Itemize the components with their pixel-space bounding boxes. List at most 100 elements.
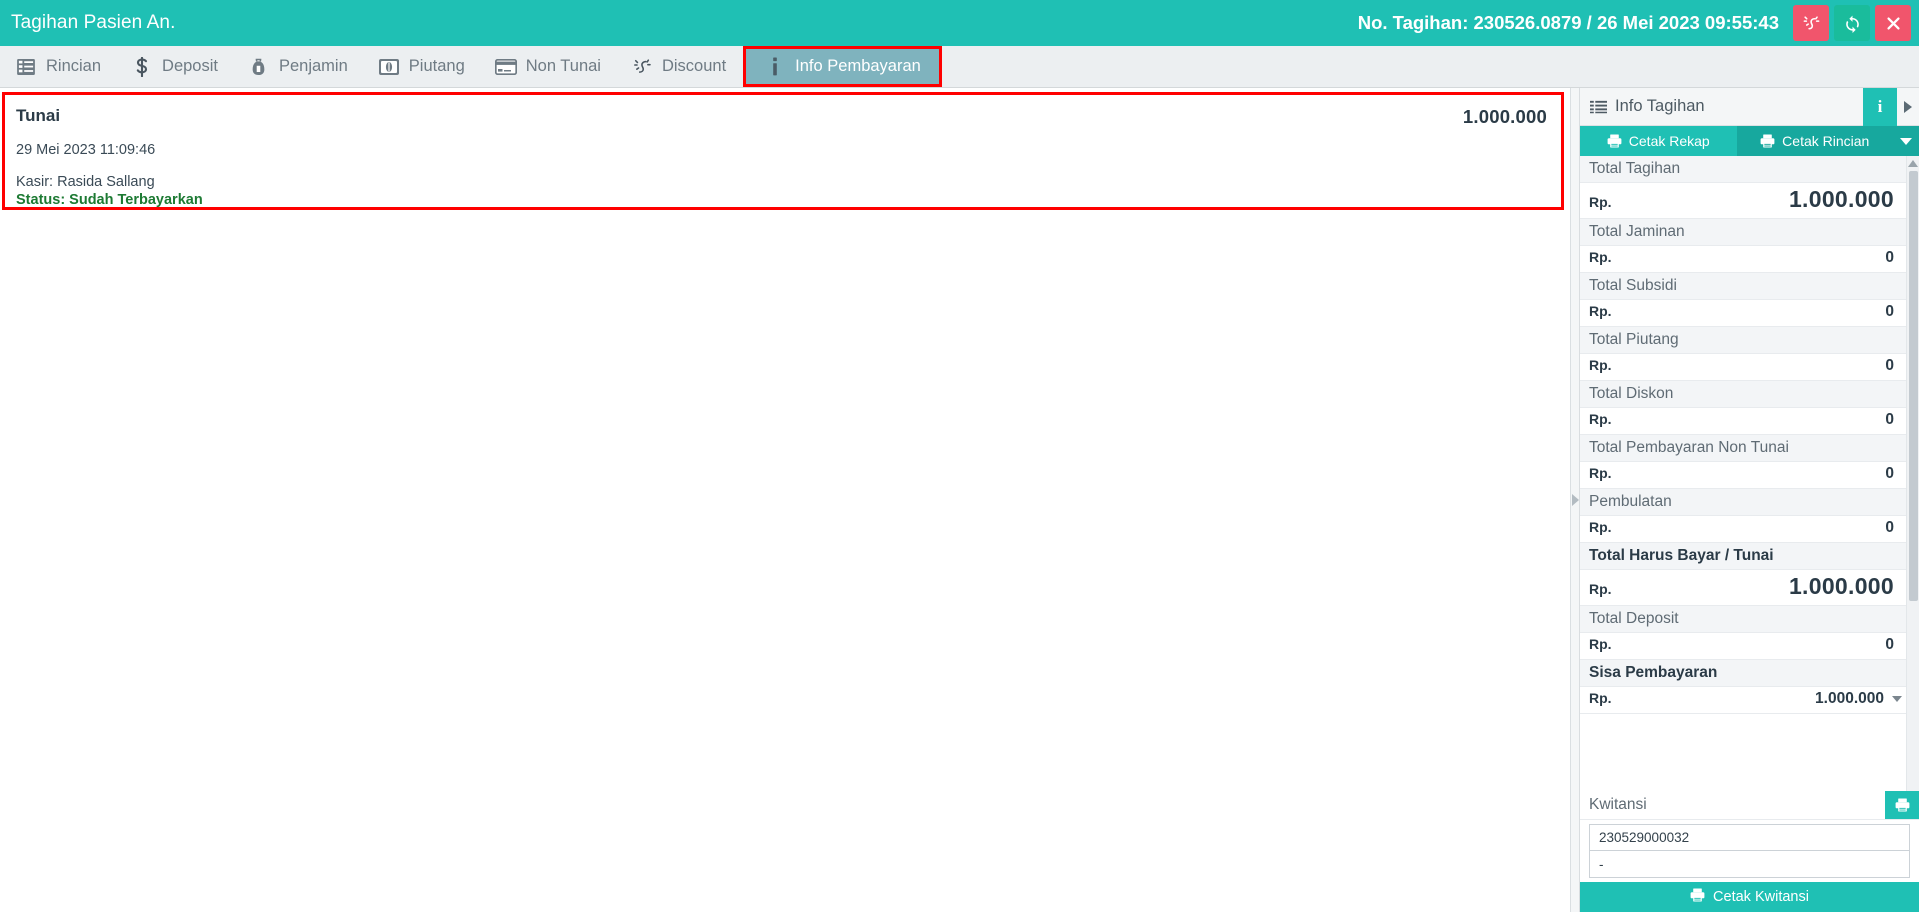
total-row-label: Total Tagihan	[1580, 156, 1906, 183]
list-icon	[1580, 100, 1615, 114]
currency-prefix: Rp.	[1589, 581, 1612, 597]
amount-value: 0	[1885, 465, 1894, 482]
kwitansi-fields: 230529000032 -	[1580, 820, 1919, 878]
sidebar-title: Info Tagihan	[1615, 97, 1705, 115]
sidebar-expand-button[interactable]	[1897, 88, 1919, 126]
pane-splitter-handle[interactable]	[1570, 88, 1579, 912]
tab-label: Deposit	[162, 57, 218, 75]
amount-value: 0	[1885, 411, 1894, 428]
close-icon[interactable]	[1875, 5, 1911, 41]
print-options-dropdown-button[interactable]	[1893, 126, 1919, 156]
payment-card-top-row: Tunai 1.000.000	[16, 106, 1547, 128]
amount-value: 0	[1885, 519, 1894, 536]
currency-prefix: Rp.	[1589, 249, 1612, 265]
total-row-label: Total Piutang	[1580, 327, 1906, 354]
refresh-icon[interactable]	[1834, 5, 1870, 41]
currency-prefix: Rp.	[1589, 357, 1612, 373]
currency-prefix: Rp.	[1589, 465, 1612, 481]
coin-icon	[378, 58, 400, 75]
payment-cashier: Kasir: Rasida Sallang	[16, 174, 155, 190]
tab-label: Non Tunai	[525, 57, 601, 75]
cetak-rincian-button[interactable]: Cetak Rincian	[1736, 126, 1893, 156]
page-title: Tagihan Pasien An.	[11, 12, 176, 33]
payment-method-label: Tunai	[16, 106, 61, 125]
bag-icon	[248, 58, 270, 76]
currency-prefix: Rp.	[1589, 411, 1612, 427]
printer-icon	[1760, 134, 1775, 148]
info-icon	[764, 57, 786, 76]
amount-value: 0	[1885, 249, 1894, 266]
tab-label: Discount	[661, 57, 727, 75]
tab-label: Rincian	[46, 57, 102, 75]
total-row-value: Rp. 1.000.000	[1580, 687, 1906, 714]
cetak-kwitansi-label: Cetak Kwitansi	[1713, 889, 1809, 905]
total-row-value: Rp. 1.000.000	[1580, 570, 1906, 606]
chevron-down-icon[interactable]	[1892, 696, 1902, 702]
body-split: Tunai 1.000.000 29 Mei 2023 11:09:46 Kas…	[0, 87, 1919, 912]
total-row-value: Rp. 0	[1580, 516, 1906, 543]
total-row-value: Rp. 0	[1580, 462, 1906, 489]
total-row-label: Total Jaminan	[1580, 219, 1906, 246]
currency-prefix: Rp.	[1589, 519, 1612, 535]
info-tagihan-sidebar: Info Tagihan i Cetak Rekap Cetak Rincian…	[1579, 87, 1919, 912]
discount-icon	[631, 57, 653, 77]
total-row-value: Rp. 0	[1580, 354, 1906, 381]
chevron-down-icon	[1900, 137, 1912, 145]
printer-icon	[1607, 134, 1622, 148]
payment-status-label: Status: Sudah Terbayarkan	[16, 192, 203, 208]
kwitansi-print-button[interactable]	[1885, 791, 1919, 819]
tab-label: Piutang	[408, 57, 465, 75]
tab-non-tunai[interactable]: Non Tunai	[480, 46, 616, 87]
title-bar: Tagihan Pasien An. No. Tagihan: 230526.0…	[0, 0, 1919, 46]
amount-value: 1.000.000	[1788, 186, 1894, 212]
tab-piutang[interactable]: Piutang	[363, 46, 480, 87]
sidebar-info-button[interactable]: i	[1863, 87, 1897, 126]
total-row-label: Sisa Pembayaran	[1580, 660, 1906, 687]
tab-deposit[interactable]: Deposit	[116, 46, 233, 87]
total-row-label: Total Pembayaran Non Tunai	[1580, 435, 1906, 462]
payment-record-card[interactable]: Tunai 1.000.000 29 Mei 2023 11:09:46 Kas…	[2, 92, 1564, 210]
currency-prefix: Rp.	[1589, 194, 1612, 210]
dollar-icon	[131, 56, 153, 77]
total-row-value: Rp. 0	[1580, 408, 1906, 435]
discount-icon[interactable]	[1793, 5, 1829, 41]
kwitansi-label: Kwitansi	[1589, 796, 1647, 813]
kwitansi-note-field[interactable]: -	[1589, 851, 1910, 878]
card-icon	[494, 58, 517, 75]
totals-list: Total Tagihan Rp. 1.000.000 Total Jaminan Rp…	[1580, 156, 1919, 791]
total-row-label: Pembulatan	[1580, 489, 1906, 516]
bill-number-label: No. Tagihan: 230526.0879 / 26 Mei 2023 0…	[1357, 12, 1779, 33]
chevron-right-icon	[1571, 494, 1579, 506]
total-row-label: Total Deposit	[1580, 606, 1906, 633]
title-bar-right: No. Tagihan: 230526.0879 / 26 Mei 2023 0…	[1358, 0, 1919, 46]
currency-prefix: Rp.	[1589, 690, 1612, 706]
cetak-rekap-label: Cetak Rekap	[1628, 133, 1710, 149]
chevron-right-icon	[1904, 100, 1912, 113]
cetak-rekap-button[interactable]: Cetak Rekap	[1580, 126, 1737, 156]
tab-strip: Rincian Deposit Penjamin Piutang Non Tun…	[0, 46, 1919, 88]
total-row-value: Rp. 1.000.000	[1580, 183, 1906, 219]
kwitansi-number-field[interactable]: 230529000032	[1589, 824, 1910, 851]
tab-info-pembayaran[interactable]: Info Pembayaran	[743, 46, 942, 87]
cetak-kwitansi-button[interactable]: Cetak Kwitansi	[1580, 882, 1919, 912]
total-row-value: Rp. 0	[1580, 300, 1906, 327]
total-row-label: Total Harus Bayar / Tunai	[1580, 543, 1906, 570]
amount-value: 1.000.000	[1815, 690, 1884, 707]
kwitansi-row: Kwitansi	[1580, 791, 1919, 820]
payment-datetime: 29 Mei 2023 11:09:46	[16, 142, 156, 158]
scrollbar-thumb[interactable]	[1908, 171, 1918, 601]
tab-rincian[interactable]: Rincian	[0, 46, 116, 87]
tab-discount[interactable]: Discount	[616, 46, 741, 87]
payment-amount-value: 1.000.000	[1462, 106, 1547, 127]
amount-value: 0	[1885, 357, 1894, 374]
tab-label: Info Pembayaran	[795, 57, 921, 75]
total-row-label: Total Diskon	[1580, 381, 1906, 408]
scroll-up-icon[interactable]	[1908, 160, 1918, 167]
total-row-value: Rp. 0	[1580, 246, 1906, 273]
payment-info-pane: Tunai 1.000.000 29 Mei 2023 11:09:46 Kas…	[0, 88, 1570, 912]
list-icon	[15, 58, 37, 75]
total-row-label: Total Subsidi	[1580, 273, 1906, 300]
totals-scrollbar[interactable]	[1906, 156, 1919, 791]
tab-penjamin[interactable]: Penjamin	[233, 46, 363, 87]
printer-icon	[1690, 888, 1705, 906]
